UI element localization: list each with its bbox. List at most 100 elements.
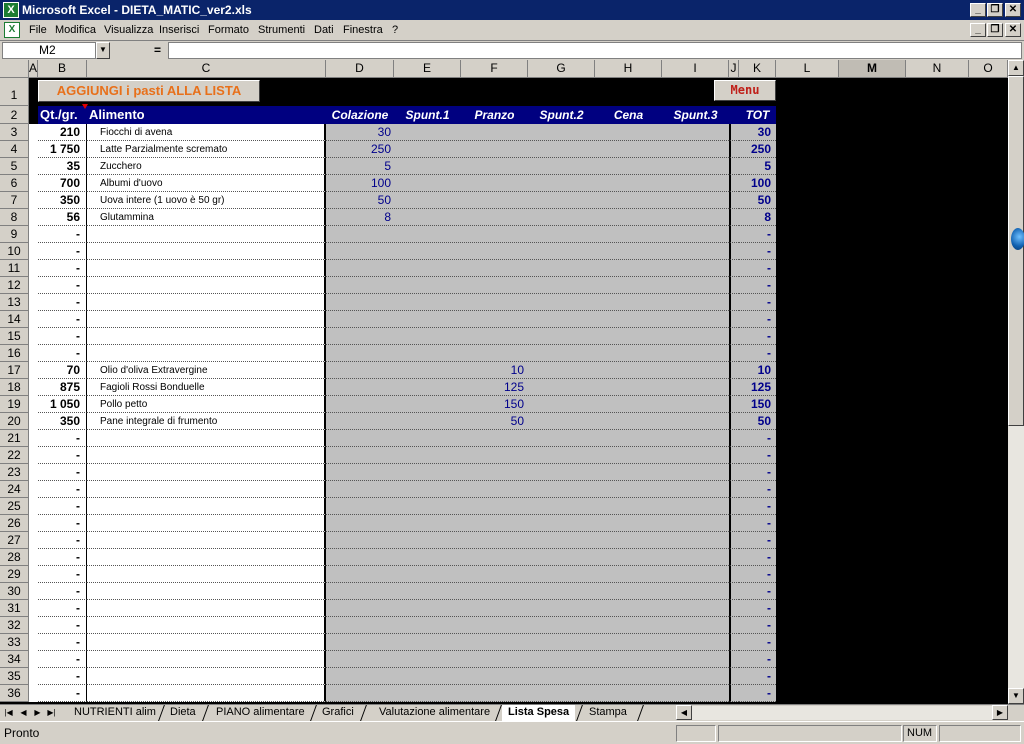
cell-j[interactable] [729,277,739,294]
food-name-cell[interactable] [87,345,326,362]
cell-a[interactable] [29,243,38,260]
cell-a[interactable] [29,685,38,702]
cell-a[interactable] [29,566,38,583]
colazione-cell[interactable] [326,515,394,532]
formula-equals[interactable]: = [154,43,161,57]
colazione-cell[interactable] [326,498,394,515]
cell-a[interactable] [29,668,38,685]
qty-cell[interactable]: 70 [38,362,87,379]
pranzo-cell[interactable] [461,549,528,566]
cell-j[interactable] [729,209,739,226]
cell-j[interactable] [729,328,739,345]
cell-j[interactable] [729,549,739,566]
cell-j[interactable] [729,141,739,158]
food-name-cell[interactable]: Latte Parzialmente scremato [87,141,326,158]
cell-a[interactable] [29,141,38,158]
tot-cell[interactable]: - [739,277,776,294]
restore-button[interactable]: ❐ [987,3,1003,17]
qty-cell[interactable]: - [38,430,87,447]
food-name-cell[interactable] [87,515,326,532]
cell-j[interactable] [729,362,739,379]
tot-cell[interactable]: - [739,651,776,668]
tot-cell[interactable]: - [739,447,776,464]
tot-cell[interactable]: - [739,515,776,532]
column-header-i[interactable]: I [662,60,729,78]
colazione-cell[interactable] [326,345,394,362]
tot-cell[interactable]: - [739,430,776,447]
colazione-cell[interactable] [326,668,394,685]
colazione-cell[interactable] [326,600,394,617]
tot-cell[interactable]: - [739,226,776,243]
qty-cell[interactable]: - [38,651,87,668]
food-name-cell[interactable] [87,600,326,617]
qty-cell[interactable]: 1 750 [38,141,87,158]
food-name-cell[interactable]: Albumi d'uovo [87,175,326,192]
row-header[interactable]: 34 [0,651,29,668]
colazione-cell[interactable] [326,226,394,243]
colazione-cell[interactable] [326,328,394,345]
menu-visualizza[interactable]: Visualizza [104,24,153,36]
cell-a[interactable] [29,124,38,141]
food-name-cell[interactable] [87,668,326,685]
row-header[interactable]: 25 [0,498,29,515]
cell-j[interactable] [729,345,739,362]
row-header[interactable]: 19 [0,396,29,413]
pranzo-cell[interactable] [461,668,528,685]
qty-cell[interactable]: - [38,685,87,702]
row-header[interactable]: 15 [0,328,29,345]
column-header-o[interactable]: O [969,60,1008,78]
colazione-cell[interactable] [326,311,394,328]
colazione-cell[interactable] [326,294,394,311]
food-name-cell[interactable]: Fagioli Rossi Bonduelle [87,379,326,396]
cell-a[interactable] [29,260,38,277]
colazione-cell[interactable] [326,413,394,430]
cell-a[interactable] [29,294,38,311]
add-meals-to-list-button[interactable]: AGGIUNGI i pasti ALLA LISTA [38,80,260,102]
food-name-cell[interactable] [87,328,326,345]
tot-cell[interactable]: - [739,260,776,277]
cell-j[interactable] [729,413,739,430]
cell-a[interactable] [29,617,38,634]
colazione-cell[interactable]: 30 [326,124,394,141]
cell-a[interactable] [29,396,38,413]
qty-cell[interactable]: - [38,583,87,600]
tab-piano-alimentare[interactable]: PIANO alimentare [210,705,311,721]
tot-cell[interactable]: 125 [739,379,776,396]
tot-cell[interactable]: - [739,243,776,260]
colazione-cell[interactable] [326,549,394,566]
food-name-cell[interactable] [87,685,326,702]
cell-a[interactable] [29,345,38,362]
cell-a[interactable] [29,430,38,447]
tot-cell[interactable]: 50 [739,192,776,209]
cell-j[interactable] [729,124,739,141]
pranzo-cell[interactable] [461,260,528,277]
colazione-cell[interactable] [326,532,394,549]
name-box[interactable]: M2 [2,42,96,59]
colazione-cell[interactable] [326,447,394,464]
cell-j[interactable] [729,243,739,260]
tot-cell[interactable]: - [739,685,776,702]
pranzo-cell[interactable]: 125 [461,379,528,396]
close-button[interactable]: ✕ [1005,3,1021,17]
row-header[interactable]: 20 [0,413,29,430]
row-header-1[interactable]: 1 [0,78,29,106]
row-header[interactable]: 16 [0,345,29,362]
qty-cell[interactable]: - [38,566,87,583]
row-header[interactable]: 5 [0,158,29,175]
column-header-l[interactable]: L [776,60,839,78]
cell-j[interactable] [729,583,739,600]
pranzo-cell[interactable] [461,481,528,498]
food-name-cell[interactable] [87,447,326,464]
tot-cell[interactable]: - [739,328,776,345]
cell-a[interactable] [29,158,38,175]
food-name-cell[interactable] [87,617,326,634]
tot-cell[interactable]: - [739,294,776,311]
cell-j[interactable] [729,311,739,328]
menu-strumenti[interactable]: Strumenti [258,24,305,36]
row-header[interactable]: 31 [0,600,29,617]
cell-j[interactable] [729,566,739,583]
last-sheet-icon[interactable]: ▶| [46,706,57,719]
cell-a[interactable] [29,413,38,430]
cell-j[interactable] [729,481,739,498]
qty-cell[interactable]: - [38,532,87,549]
